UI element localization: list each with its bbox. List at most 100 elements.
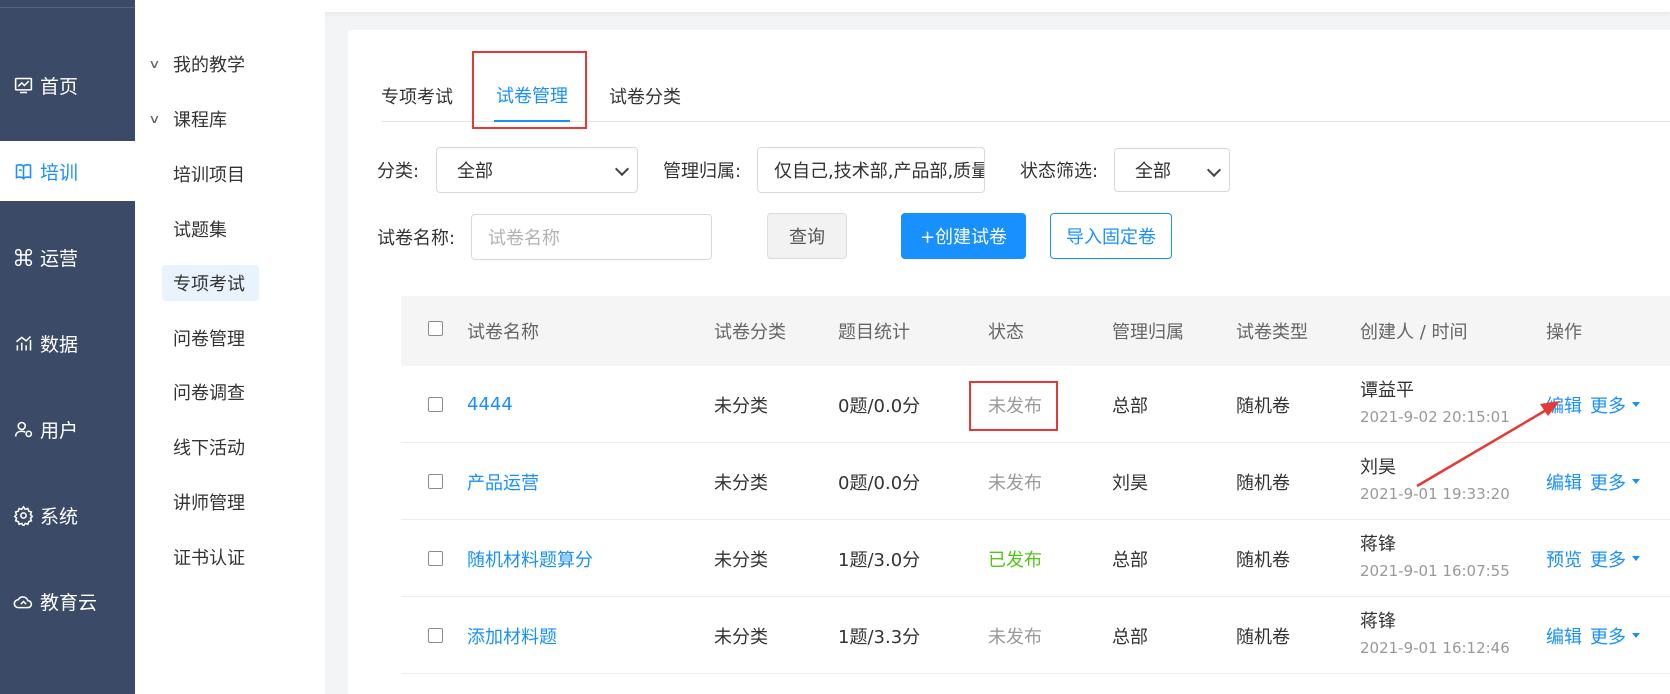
tab-paper-category[interactable]: 试卷分类 <box>609 70 681 122</box>
status-filter-value: 全部 <box>1135 161 1171 182</box>
paper-name-link[interactable]: 随机材料题算分 <box>467 520 593 597</box>
creator-time: 谭益平 2021-9-02 20:15:01 <box>1360 378 1510 430</box>
question-stats: 1题/3.3分 <box>838 626 921 648</box>
paper-name-link[interactable]: 添加材料题 <box>467 597 557 674</box>
nav-item-label: 培训 <box>40 161 79 184</box>
more-dropdown[interactable]: 更多 <box>1590 546 1640 572</box>
annotation-status-box <box>969 381 1058 431</box>
select-all-checkbox[interactable] <box>428 321 443 336</box>
header-question-stats: 题目统计 <box>838 322 910 343</box>
status-filter-label: 状态筛选: <box>1020 161 1099 182</box>
more-label: 更多 <box>1590 549 1626 571</box>
subnav-item-special-exam[interactable]: 专项考试 <box>162 265 259 301</box>
owner-label: 管理归属: <box>663 161 742 182</box>
annotation-highlight-box <box>472 51 587 129</box>
paper-type: 随机卷 <box>1236 626 1290 648</box>
status-filter-select[interactable]: 全部 <box>1114 148 1230 192</box>
nav-item-training[interactable]: 培训 <box>0 141 135 201</box>
edit-link[interactable]: 编辑 <box>1546 469 1582 495</box>
more-dropdown[interactable]: 更多 <box>1590 623 1640 649</box>
nav-item-label: 运营 <box>40 247 79 270</box>
paper-type: 随机卷 <box>1236 395 1290 417</box>
query-button[interactable]: 查询 <box>767 213 847 259</box>
paper-type: 随机卷 <box>1236 549 1290 571</box>
row-checkbox[interactable] <box>428 397 443 412</box>
subnav-item-offline-activities[interactable]: 线下活动 <box>135 429 325 465</box>
sub-nav: ∨ 我的教学 ∨ 课程库 培训项目 试题集 专项考试 问卷管理 问卷调查 线下活… <box>135 0 325 694</box>
question-stats: 0题/0.0分 <box>838 395 921 417</box>
paper-category: 未分类 <box>714 395 768 417</box>
subnav-item-question-sets[interactable]: 试题集 <box>135 211 325 247</box>
nav-item-home[interactable]: 首页 <box>0 55 135 115</box>
created-time: 2021-9-02 20:15:01 <box>1360 408 1510 426</box>
nav-item-operations[interactable]: 运营 <box>0 227 135 287</box>
status-badge: 已发布 <box>988 549 1042 571</box>
create-paper-button[interactable]: +创建试卷 <box>901 213 1026 259</box>
paper-name-input[interactable]: 试卷名称 <box>471 214 712 260</box>
nav-item-system[interactable]: 系统 <box>0 485 135 545</box>
edit-link[interactable]: 编辑 <box>1546 392 1582 418</box>
created-time: 2021-9-01 16:07:55 <box>1360 562 1510 580</box>
category-select-value: 全部 <box>457 161 493 182</box>
owner-field[interactable]: 仅自己,技术部,产品部,质量 <box>757 147 985 193</box>
table-row: 添加材料题 未分类 1题/3.3分 未发布 总部 随机卷 蒋锋 2021-9-0… <box>401 597 1670 674</box>
chevron-down-icon <box>614 161 630 177</box>
subnav-item-training-projects[interactable]: 培训项目 <box>135 156 325 192</box>
creator-time: 刘昊 2021-9-01 19:33:20 <box>1360 455 1510 507</box>
tab-special-exam[interactable]: 专项考试 <box>381 70 453 122</box>
header-paper-name: 试卷名称 <box>467 322 539 343</box>
main-nav-divider <box>0 7 135 8</box>
subnav-item-survey[interactable]: 问卷调查 <box>135 374 325 410</box>
import-fixed-paper-button[interactable]: 导入固定卷 <box>1050 213 1172 259</box>
paper-type: 随机卷 <box>1236 472 1290 494</box>
row-checkbox[interactable] <box>428 474 443 489</box>
creator-name: 蒋锋 <box>1360 611 1396 632</box>
category-select[interactable]: 全部 <box>436 147 638 193</box>
paper-category: 未分类 <box>714 549 768 571</box>
nav-item-label: 首页 <box>40 75 79 98</box>
main-nav: 首页 培训 运营 数据 用户 系统 教育云 <box>0 0 135 694</box>
creator-time: 蒋锋 2021-9-01 16:12:46 <box>1360 609 1510 661</box>
more-dropdown[interactable]: 更多 <box>1590 392 1640 418</box>
header-owner: 管理归属 <box>1112 322 1184 343</box>
user-gear-icon <box>12 418 34 440</box>
subnav-group-course-library[interactable]: ∨ 课程库 <box>135 101 325 137</box>
header-paper-type: 试卷类型 <box>1236 322 1308 343</box>
chevron-down-icon: ∨ <box>148 57 161 71</box>
table-header: 试卷名称 试卷分类 题目统计 状态 管理归属 试卷类型 创建人 / 时间 操作 <box>401 296 1670 366</box>
creator-name: 蒋锋 <box>1360 534 1396 555</box>
paper-name-link[interactable]: 产品运营 <box>467 443 539 520</box>
row-checkbox[interactable] <box>428 551 443 566</box>
nav-item-education-cloud[interactable]: 教育云 <box>0 571 135 631</box>
subnav-item-lecturer-manage[interactable]: 讲师管理 <box>135 484 325 520</box>
category-label: 分类: <box>377 161 420 182</box>
more-dropdown[interactable]: 更多 <box>1590 469 1640 495</box>
owner: 刘昊 <box>1112 472 1148 494</box>
nav-item-users[interactable]: 用户 <box>0 399 135 459</box>
question-stats: 0题/0.0分 <box>838 472 921 494</box>
caret-down-icon <box>1632 633 1640 638</box>
edit-link[interactable]: 编辑 <box>1546 623 1582 649</box>
creator-name: 刘昊 <box>1360 457 1396 478</box>
row-checkbox[interactable] <box>428 628 443 643</box>
question-stats: 1题/3.0分 <box>838 549 921 571</box>
subnav-item-questionnaire-manage[interactable]: 问卷管理 <box>135 320 325 356</box>
subnav-item-certification[interactable]: 证书认证 <box>135 539 325 575</box>
paper-name-link[interactable]: 4444 <box>467 366 513 443</box>
command-icon <box>12 246 34 268</box>
subnav-group-my-teaching[interactable]: ∨ 我的教学 <box>135 46 325 82</box>
nav-item-label: 用户 <box>40 419 79 442</box>
owner: 总部 <box>1112 395 1148 417</box>
paper-name-label: 试卷名称: <box>377 228 456 249</box>
row-actions: 预览 更多 <box>1546 520 1640 597</box>
header-creator-time: 创建人 / 时间 <box>1360 322 1468 343</box>
header-paper-category: 试卷分类 <box>714 322 786 343</box>
cloud-icon <box>12 590 34 612</box>
subnav-label: 课程库 <box>173 110 227 131</box>
table-row: 产品运营 未分类 0题/0.0分 未发布 刘昊 随机卷 刘昊 2021-9-01… <box>401 443 1670 520</box>
more-label: 更多 <box>1590 472 1626 494</box>
preview-link[interactable]: 预览 <box>1546 546 1582 572</box>
created-time: 2021-9-01 19:33:20 <box>1360 485 1510 503</box>
gear-icon <box>12 504 34 526</box>
nav-item-data[interactable]: 数据 <box>0 313 135 373</box>
